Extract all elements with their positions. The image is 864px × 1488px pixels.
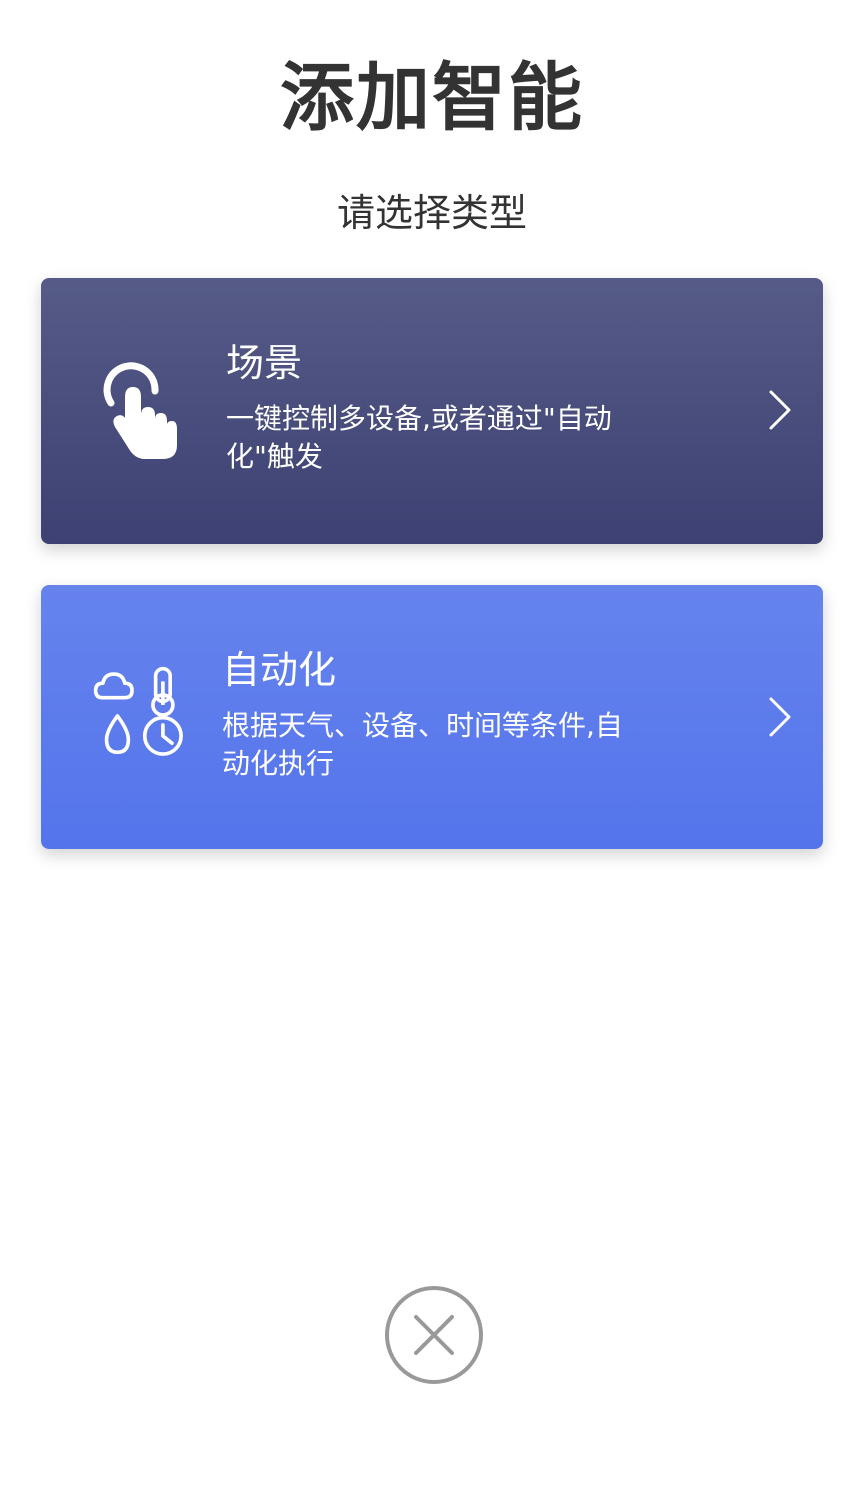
page-title: 添加智能 [280, 55, 584, 141]
add-smart-page: 添加智能 请选择类型 场景 一键控制多设备,或者通过"自动化"触发 自动化 根据… [0, 0, 864, 1488]
page-subtitle: 请选择类型 [336, 191, 527, 235]
hand-tap-icon [103, 362, 177, 459]
chevron-right-icon [769, 390, 791, 430]
chevron-right-icon [769, 697, 791, 737]
close-circle-icon[interactable] [384, 1285, 484, 1385]
scene-card-title: 场景 [226, 341, 303, 385]
scene-card-description: 一键控制多设备,或者通过"自动化"触发 [226, 402, 612, 473]
scene-card[interactable]: 场景 一键控制多设备,或者通过"自动化"触发 [41, 278, 823, 544]
automation-card-title: 自动化 [222, 648, 337, 692]
weather-time-icon [93, 666, 183, 756]
automation-card-description: 根据天气、设备、时间等条件,自动化执行 [222, 709, 623, 780]
automation-card[interactable]: 自动化 根据天气、设备、时间等条件,自动化执行 [41, 585, 823, 849]
